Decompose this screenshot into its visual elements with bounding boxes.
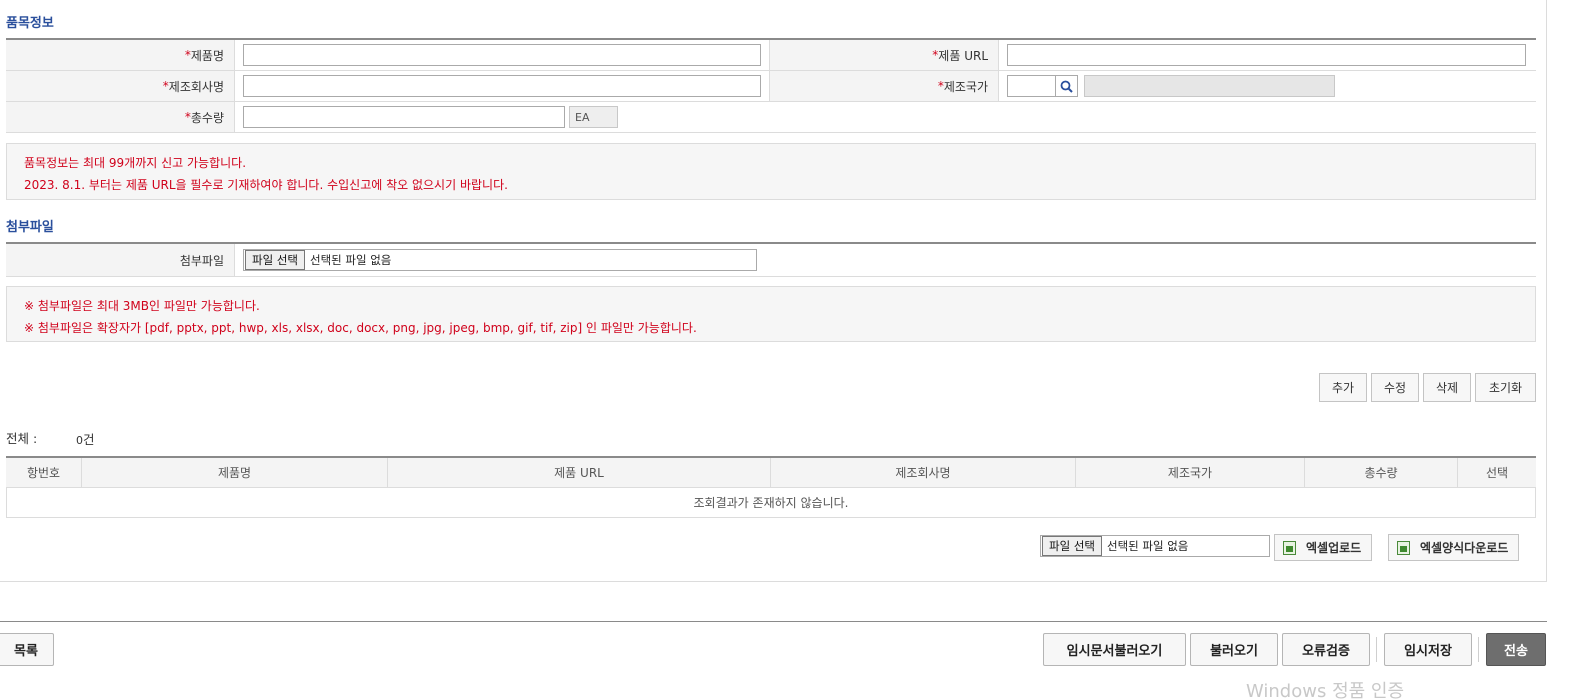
list-button[interactable]: 목록 [0,633,54,666]
delete-button[interactable]: 삭제 [1423,373,1471,402]
quantity-unit: EA [569,106,618,128]
load-button[interactable]: 불러오기 [1190,633,1278,666]
content-border-bottom [0,581,1547,582]
product-form-table: * 제품명 * 제품 URL * 제조회사명 * 제조국가 * 총수량 EA [6,38,1536,133]
windows-activation-watermark: Windows 정품 인증 [1246,681,1405,700]
attachment-notice-line-2: ※ 첨부파일은 확장자가 [pdf, pptx, ppt, hwp, xls, … [24,321,697,335]
attachment-notice: ※ 첨부파일은 최대 3MB인 파일만 가능합니다. ※ 첨부파일은 확장자가 … [6,286,1536,342]
excel-icon [1283,540,1296,555]
country-label: * 제조국가 [770,71,999,101]
form-row-quantity: * 총수량 EA [6,102,1536,133]
attachment-file-button[interactable]: 파일 선택 [245,250,305,270]
submit-button[interactable]: 전송 [1486,633,1546,666]
excel-upload-button[interactable]: 엑셀업로드 [1274,534,1373,561]
product-notice-line-2: 2023. 8.1. 부터는 제품 URL을 필수로 기재하여야 합니다. 수입… [24,178,508,192]
col-header-country[interactable]: 제조국가 [1076,458,1305,487]
attachment-file-input[interactable]: 파일 선택 선택된 파일 없음 [243,249,757,271]
country-code-input[interactable] [1007,75,1056,97]
grid-header: 항번호 제품명 제품 URL 제조회사명 제조국가 총수량 선택 [6,458,1536,488]
excel-icon [1397,540,1410,555]
col-header-quantity[interactable]: 총수량 [1305,458,1458,487]
form-row-attachment: 첨부파일 파일 선택 선택된 파일 없음 [6,244,1536,277]
quantity-label: * 총수량 [6,102,235,132]
form-row-name-url: * 제품명 * 제품 URL [6,40,1536,71]
quantity-input[interactable] [243,106,565,128]
product-url-label: * 제품 URL [770,40,999,70]
manufacturer-label: * 제조회사명 [6,71,235,101]
form-row-manufacturer-country: * 제조회사명 * 제조국가 [6,71,1536,102]
col-header-manufacturer[interactable]: 제조회사명 [771,458,1076,487]
footer-divider [0,621,1547,622]
product-name-input[interactable] [243,44,761,66]
validate-button[interactable]: 오류검증 [1282,633,1370,666]
attachment-file-status: 선택된 파일 없음 [309,253,392,267]
manufacturer-input[interactable] [243,75,761,97]
attachment-form-table: 첨부파일 파일 선택 선택된 파일 없음 [6,242,1536,277]
excel-template-download-label: 엑셀양식다운로드 [1420,541,1509,555]
grid-empty-message: 조회결과가 존재하지 않습니다. [6,488,1536,518]
add-button[interactable]: 추가 [1319,373,1367,402]
excel-file-input[interactable]: 파일 선택 선택된 파일 없음 [1040,535,1270,557]
country-search-button[interactable] [1056,75,1078,97]
product-url-input[interactable] [1007,44,1526,66]
search-icon [1060,80,1073,93]
product-url-label-text: 제품 URL [938,48,988,63]
product-grid: 항번호 제품명 제품 URL 제조회사명 제조국가 총수량 선택 조회결과가 존… [6,456,1536,518]
load-temp-button[interactable]: 임시문서불러오기 [1043,633,1186,666]
attachment-label: 첨부파일 [6,244,235,276]
country-label-text: 제조국가 [943,79,988,94]
country-name-display [1084,75,1335,97]
product-section-title: 품목정보 [6,16,54,31]
excel-file-status: 선택된 파일 없음 [1106,539,1189,553]
edit-button[interactable]: 수정 [1371,373,1419,402]
save-temp-button[interactable]: 임시저장 [1384,633,1472,666]
product-name-label-text: 제품명 [190,48,224,63]
total-count: 전체 : 0건 [6,428,95,447]
reset-button[interactable]: 초기화 [1475,373,1536,402]
col-header-select[interactable]: 선택 [1458,458,1536,487]
col-header-product-url[interactable]: 제품 URL [388,458,771,487]
total-label: 전체 : [6,431,38,446]
total-count-value: 0건 [76,432,95,447]
excel-upload-label: 엑셀업로드 [1306,541,1362,555]
content-border-right [1546,0,1547,581]
attachment-section-title: 첨부파일 [6,220,54,235]
attachment-notice-line-1: ※ 첨부파일은 최대 3MB인 파일만 가능합니다. [24,299,260,313]
footer-separator [1376,637,1377,662]
quantity-label-text: 총수량 [190,110,224,125]
product-name-label: * 제품명 [6,40,235,70]
manufacturer-label-text: 제조회사명 [168,79,224,94]
col-header-product-name[interactable]: 제품명 [82,458,388,487]
footer-separator [1478,637,1479,662]
product-notice: 품목정보는 최대 99개까지 신고 가능합니다. 2023. 8.1. 부터는 … [6,143,1536,200]
col-header-item-no[interactable]: 항번호 [6,458,82,487]
excel-template-download-button[interactable]: 엑셀양식다운로드 [1388,534,1520,561]
excel-file-button[interactable]: 파일 선택 [1042,536,1102,556]
product-notice-line-1: 품목정보는 최대 99개까지 신고 가능합니다. [24,156,247,170]
